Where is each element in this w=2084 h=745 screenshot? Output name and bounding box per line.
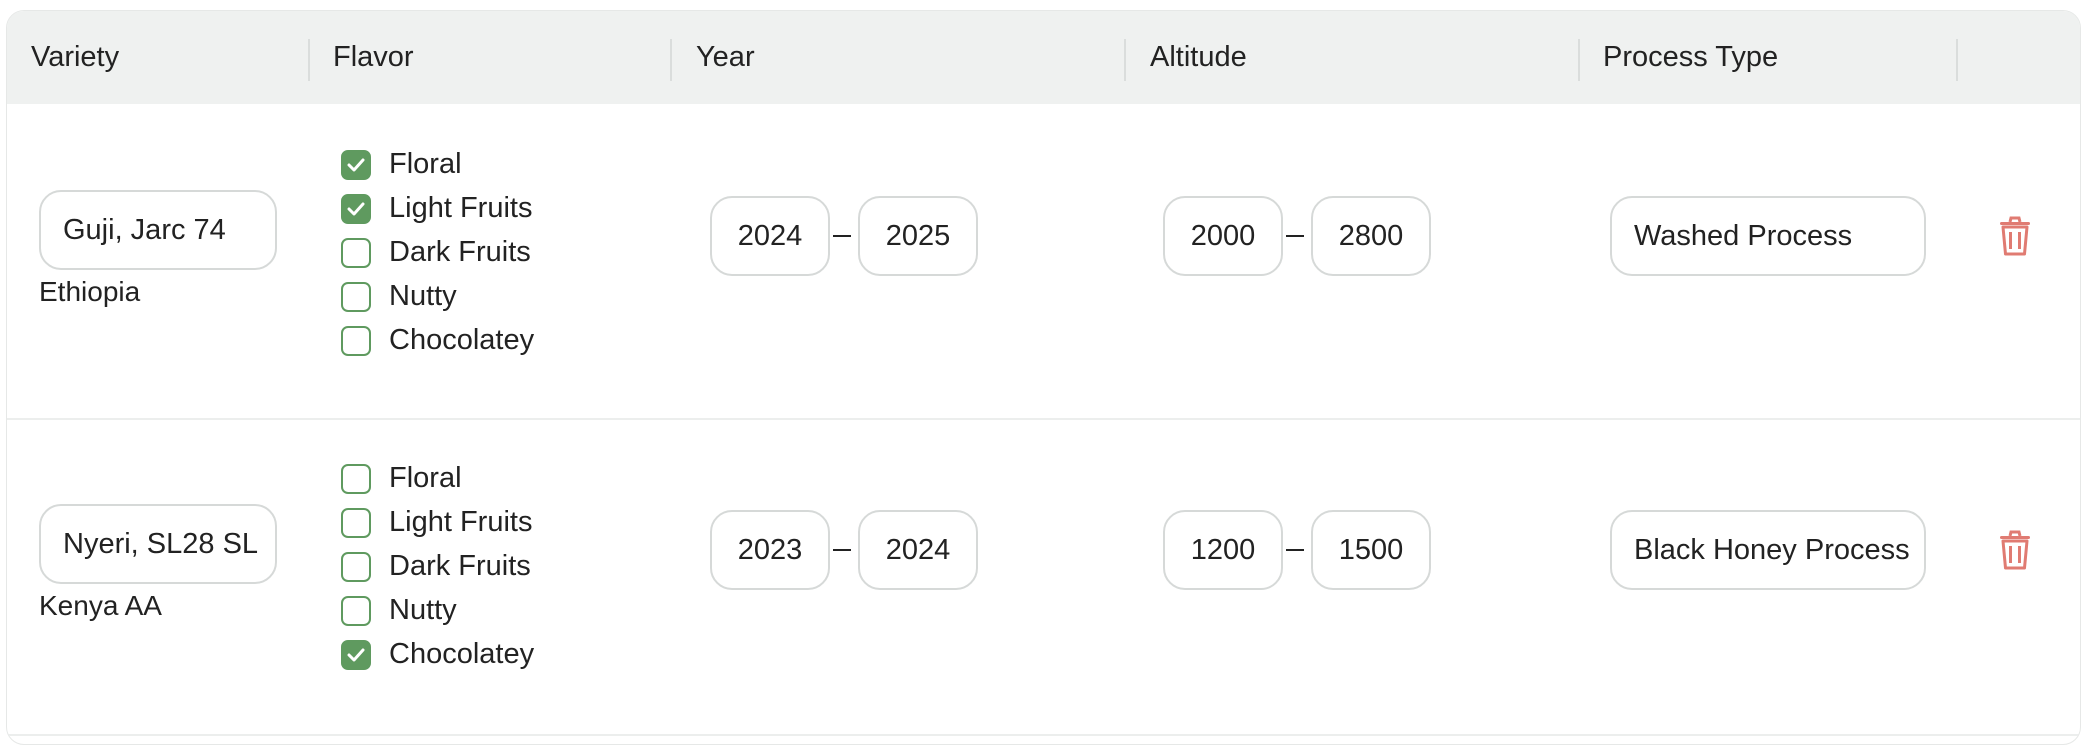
column-divider	[1124, 39, 1126, 81]
checkbox[interactable]	[341, 640, 371, 670]
checkmark-icon	[347, 158, 365, 172]
origin-label: Kenya AA	[39, 590, 162, 621]
table-row: Guji, Jarc 74 Ethiopia Floral Light Frui…	[7, 104, 2080, 418]
checkbox-label: Light Fruits	[389, 192, 533, 224]
range-dash	[833, 549, 851, 551]
table-header: Variety Flavor Year Altitude Process Typ…	[7, 11, 2080, 104]
checkbox[interactable]	[341, 282, 371, 312]
table-row: Nyeri, SL28 SL Kenya AA Floral Light Fru…	[7, 420, 2080, 734]
checkbox[interactable]	[341, 552, 371, 582]
checkbox[interactable]	[341, 194, 371, 224]
checkbox-label: Floral	[389, 148, 462, 180]
year-to-input[interactable]: 2025	[858, 196, 978, 276]
trash-icon[interactable]	[1997, 215, 2033, 262]
checkbox[interactable]	[341, 150, 371, 180]
process-type-input[interactable]: Black Honey Process	[1610, 510, 1926, 590]
checkbox-label: Floral	[389, 462, 462, 494]
range-dash	[833, 235, 851, 237]
trash-icon[interactable]	[1997, 529, 2033, 576]
column-divider	[1578, 39, 1580, 81]
column-divider	[1956, 39, 1958, 81]
altitude-to-input[interactable]: 2800	[1311, 196, 1431, 276]
header-process-type: Process Type	[1603, 41, 1779, 73]
origin-label: Ethiopia	[39, 276, 141, 307]
checkbox[interactable]	[341, 508, 371, 538]
altitude-from-input[interactable]: 1200	[1163, 510, 1283, 590]
checkmark-icon	[347, 202, 365, 216]
year-to-input[interactable]: 2024	[858, 510, 978, 590]
range-dash	[1286, 235, 1304, 237]
row-divider	[7, 734, 2080, 736]
altitude-from-input[interactable]: 2000	[1163, 196, 1283, 276]
header-flavor: Flavor	[333, 41, 414, 73]
header-altitude: Altitude	[1150, 41, 1247, 73]
coffee-table: Variety Flavor Year Altitude Process Typ…	[6, 10, 2081, 745]
year-from-input[interactable]: 2024	[710, 196, 830, 276]
process-type-input[interactable]: Washed Process	[1610, 196, 1926, 276]
checkbox-label: Dark Fruits	[389, 550, 531, 582]
checkbox[interactable]	[341, 596, 371, 626]
checkbox-label: Dark Fruits	[389, 236, 531, 268]
checkbox-label: Light Fruits	[389, 506, 533, 538]
header-year: Year	[696, 41, 755, 73]
checkbox-label: Chocolatey	[389, 638, 535, 670]
checkbox-label: Nutty	[389, 594, 457, 626]
range-dash	[1286, 549, 1304, 551]
variety-input[interactable]: Nyeri, SL28 SL	[39, 504, 277, 584]
checkbox[interactable]	[341, 238, 371, 268]
column-divider	[670, 39, 672, 81]
checkbox-label: Nutty	[389, 280, 457, 312]
checkmark-icon	[347, 648, 365, 662]
checkbox[interactable]	[341, 464, 371, 494]
column-divider	[308, 39, 310, 81]
altitude-to-input[interactable]: 1500	[1311, 510, 1431, 590]
checkbox[interactable]	[341, 326, 371, 356]
year-from-input[interactable]: 2023	[710, 510, 830, 590]
checkbox-label: Chocolatey	[389, 324, 535, 356]
header-variety: Variety	[31, 41, 120, 73]
variety-input[interactable]: Guji, Jarc 74	[39, 190, 277, 270]
